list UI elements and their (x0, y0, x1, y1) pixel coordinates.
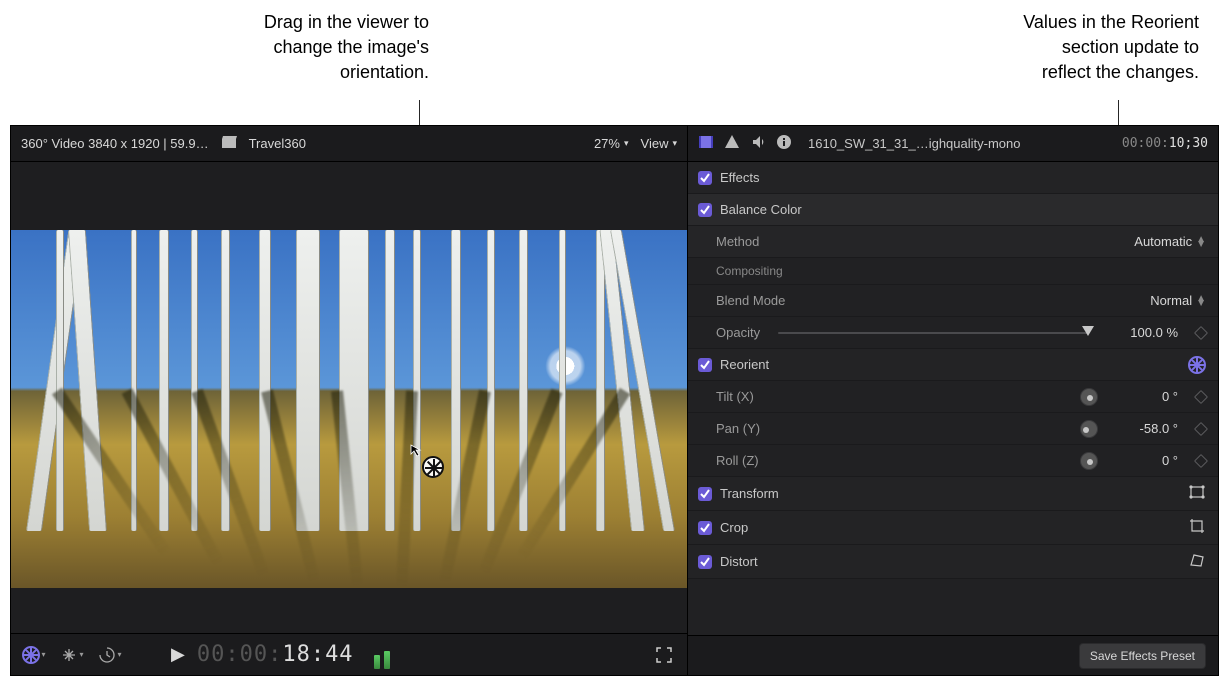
chevron-down-icon: ▾ (41, 650, 45, 659)
viewer-header: 360° Video 3840 x 1920 | 59.9… Travel360… (11, 126, 687, 162)
keyframe-button[interactable] (1194, 421, 1208, 435)
compositing-header: Compositing (688, 258, 1218, 285)
audio-inspector-tab[interactable] (750, 134, 766, 153)
annotation-left: Drag in the viewer to change the image's… (29, 10, 429, 86)
view-popup[interactable]: View ▾ (641, 136, 677, 151)
reorient-label: Reorient (720, 357, 769, 372)
keyframe-button[interactable] (1194, 389, 1208, 403)
reorient-section-header[interactable]: Reorient (688, 349, 1218, 381)
transform-checkbox[interactable] (698, 487, 712, 501)
updown-icon: ▲▼ (1196, 237, 1206, 247)
keyframe-button[interactable] (1194, 325, 1208, 339)
effects-label: Effects (720, 170, 760, 185)
updown-icon: ▲▼ (1196, 296, 1206, 306)
inspector-body[interactable]: Effects Balance Color Method Automatic ▲… (688, 162, 1218, 635)
scene-trees (11, 230, 687, 588)
annotation-right: Values in the Reorient section update to… (799, 10, 1199, 86)
timecode-value: 18:44 (282, 642, 353, 667)
zoom-popup[interactable]: 27% ▾ (594, 136, 629, 151)
pan-value[interactable]: -58.0 ° (1106, 421, 1182, 436)
crop-checkbox[interactable] (698, 521, 712, 535)
viewer-footer: ▾ ▾ ▾ ▶ 00:00:18:44 (11, 633, 687, 675)
balance-color-label: Balance Color (720, 202, 802, 217)
chevron-down-icon: ▾ (672, 138, 677, 149)
balance-color-row[interactable]: Balance Color (688, 194, 1218, 226)
distort-checkbox[interactable] (698, 555, 712, 569)
roll-dial[interactable] (1080, 452, 1098, 470)
roll-row: Roll (Z) 0 ° (688, 445, 1218, 477)
viewer-timecode[interactable]: 00:00:18:44 (197, 642, 354, 667)
viewer-format-info: 360° Video 3840 x 1920 | 59.9… (21, 136, 209, 151)
tilt-row: Tilt (X) 0 ° (688, 381, 1218, 413)
fullscreen-button[interactable] (651, 642, 677, 668)
retime-tool-button[interactable]: ▾ (97, 642, 123, 668)
clapboard-icon (221, 134, 237, 153)
method-label: Method (698, 234, 759, 249)
pan-row: Pan (Y) -58.0 ° (688, 413, 1218, 445)
chevron-down-icon: ▾ (79, 650, 83, 659)
inspector-clip-name: 1610_SW_31_31_…ighquality-mono (808, 136, 1112, 151)
reorient-onscreen-control-icon[interactable] (1188, 356, 1206, 374)
opacity-label: Opacity (698, 325, 760, 340)
effects-checkbox[interactable] (698, 171, 712, 185)
reorient-checkbox[interactable] (698, 358, 712, 372)
method-value: Automatic (1134, 234, 1192, 249)
info-inspector-tab[interactable] (776, 134, 792, 153)
transform-tool-button[interactable]: ▾ (59, 642, 85, 668)
method-row: Method Automatic ▲▼ (688, 226, 1218, 258)
inspector-pane: 1610_SW_31_31_…ighquality-mono 00:00:10;… (688, 126, 1218, 675)
tilt-label: Tilt (X) (698, 389, 754, 404)
blend-mode-popup[interactable]: Normal ▲▼ (1150, 293, 1206, 308)
roll-value[interactable]: 0 ° (1106, 453, 1182, 468)
opacity-row: Opacity 100.0 % (688, 317, 1218, 349)
transform-label: Transform (720, 486, 779, 501)
transform-section-header[interactable]: Transform (688, 477, 1218, 511)
app-window: 360° Video 3840 x 1920 | 59.9… Travel360… (10, 125, 1219, 676)
balance-color-checkbox[interactable] (698, 203, 712, 217)
inspector-timecode: 00:00:10;30 (1122, 136, 1208, 151)
blend-mode-row: Blend Mode Normal ▲▼ (688, 285, 1218, 317)
compositing-label: Compositing (716, 264, 783, 278)
timecode-prefix: 00:00: (197, 642, 282, 667)
viewer-clip-name: Travel360 (249, 136, 306, 151)
inspector-footer: Save Effects Preset (688, 635, 1218, 675)
crop-label: Crop (720, 520, 748, 535)
opacity-slider[interactable] (778, 332, 1088, 334)
viewer-image[interactable] (11, 230, 687, 588)
reorient-tool-button[interactable]: ▾ (21, 642, 47, 668)
distort-label: Distort (720, 554, 758, 569)
blend-mode-label: Blend Mode (698, 293, 785, 308)
roll-label: Roll (Z) (698, 453, 759, 468)
crop-onscreen-icon[interactable] (1188, 517, 1206, 538)
viewer-canvas-area[interactable] (11, 162, 687, 633)
zoom-value: 27% (594, 136, 620, 151)
view-label: View (641, 136, 669, 151)
pan-dial[interactable] (1080, 420, 1098, 438)
transform-onscreen-icon[interactable] (1188, 483, 1206, 504)
viewer-pane: 360° Video 3840 x 1920 | 59.9… Travel360… (11, 126, 688, 675)
chevron-down-icon: ▾ (624, 138, 629, 149)
play-button[interactable]: ▶ (171, 644, 185, 665)
pan-label: Pan (Y) (698, 421, 760, 436)
tilt-dial[interactable] (1080, 388, 1098, 406)
opacity-value[interactable]: 100.0 % (1106, 325, 1182, 340)
color-inspector-tab[interactable] (724, 134, 740, 153)
chevron-down-icon: ▾ (117, 650, 121, 659)
inspector-header: 1610_SW_31_31_…ighquality-mono 00:00:10;… (688, 126, 1218, 162)
distort-onscreen-icon[interactable] (1188, 551, 1206, 572)
save-effects-preset-button[interactable]: Save Effects Preset (1079, 643, 1206, 669)
crop-section-header[interactable]: Crop (688, 511, 1218, 545)
method-popup[interactable]: Automatic ▲▼ (1134, 234, 1206, 249)
video-inspector-tab[interactable] (698, 134, 714, 153)
audio-meter[interactable] (374, 641, 396, 669)
tilt-value[interactable]: 0 ° (1106, 389, 1182, 404)
effects-section-header[interactable]: Effects (688, 162, 1218, 194)
blend-mode-value: Normal (1150, 293, 1192, 308)
distort-section-header[interactable]: Distort (688, 545, 1218, 579)
keyframe-button[interactable] (1194, 453, 1208, 467)
